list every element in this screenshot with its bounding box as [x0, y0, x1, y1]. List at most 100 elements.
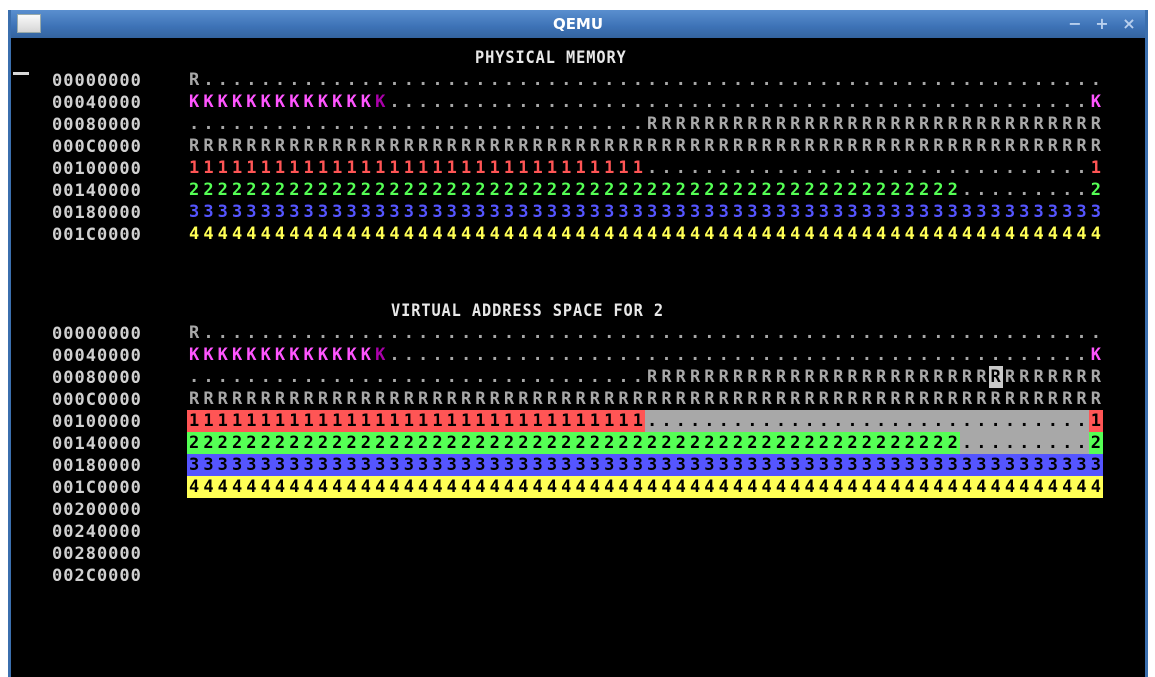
memory-cell: R — [1033, 367, 1044, 387]
memory-cell: . — [332, 70, 343, 90]
memory-cell: 1 — [516, 410, 531, 432]
memory-cell: 4 — [518, 224, 529, 244]
memory-cell: 4 — [317, 224, 329, 244]
memory-cell: 4 — [931, 476, 946, 498]
memory-cell: 3 — [589, 202, 601, 222]
memory-cell: . — [274, 323, 286, 343]
memory-cell: 3 — [489, 202, 500, 222]
memory-cell: . — [904, 323, 915, 343]
memory-cell: 2 — [687, 432, 703, 454]
memory-cell: . — [475, 323, 486, 343]
memory-cell: 1 — [289, 158, 300, 178]
minimize-button[interactable]: − — [1063, 12, 1087, 35]
memory-cell: 4 — [718, 224, 729, 244]
memory-cell: R — [761, 367, 772, 387]
row-cells: 3333333333333333333333333333333333333333… — [187, 201, 1103, 223]
memory-cell: 4 — [358, 476, 374, 498]
row-cells: 2222222222222222222222222222222222222222… — [187, 179, 1103, 201]
memory-cell: 3 — [747, 202, 758, 222]
memory-cell: . — [689, 158, 701, 178]
memory-cell: 4 — [530, 476, 545, 498]
memory-cell: 4 — [773, 476, 789, 498]
memory-cell: 2 — [775, 180, 787, 200]
memory-cell: . — [1062, 323, 1073, 343]
memory-cell: 3 — [244, 454, 259, 476]
row-address: 00240000 — [52, 522, 142, 542]
memory-cell: . — [618, 92, 629, 112]
memory-cell: . — [332, 323, 343, 343]
memory-cell: 1 — [573, 410, 588, 432]
memory-cell: . — [418, 345, 429, 365]
memory-cell: . — [618, 323, 629, 343]
memory-cell: 1 — [203, 158, 214, 178]
memory-cell: R — [418, 136, 429, 156]
memory-cell: R — [1033, 389, 1044, 409]
title-bar[interactable]: QEMU − + × — [11, 10, 1145, 38]
row-cells: 11111111111111111111111111111111........… — [187, 157, 1103, 179]
memory-cell: K — [1090, 92, 1101, 112]
memory-cell: . — [845, 410, 860, 432]
memory-cell: 2 — [861, 180, 872, 200]
memory-cell: . — [575, 323, 586, 343]
memory-cell: R — [661, 367, 672, 387]
memory-cell: . — [730, 410, 746, 432]
memory-cell: . — [432, 367, 443, 387]
memory-cell: 2 — [530, 432, 545, 454]
memory-cell: . — [1045, 410, 1061, 432]
memory-cell: 3 — [1074, 454, 1089, 476]
memory-cell: R — [890, 114, 901, 134]
memory-cell: 2 — [818, 180, 830, 200]
memory-cell: 2 — [272, 432, 288, 454]
memory-cell: 2 — [561, 180, 572, 200]
memory-cell: 2 — [203, 180, 214, 200]
memory-cell: 4 — [675, 224, 686, 244]
memory-cell: . — [518, 70, 529, 90]
memory-cell: R — [804, 114, 815, 134]
memory-cell: 3 — [945, 454, 960, 476]
close-button[interactable]: × — [1117, 12, 1141, 35]
memory-cell: R — [990, 389, 1001, 409]
memory-cell: 4 — [561, 224, 572, 244]
memory-cell: 3 — [704, 202, 715, 222]
memory-cell: 3 — [888, 454, 903, 476]
memory-cell: 2 — [201, 432, 216, 454]
memory-cell: . — [589, 345, 601, 365]
maximize-button[interactable]: + — [1090, 12, 1114, 35]
memory-cell: 4 — [475, 224, 486, 244]
memory-cell: . — [604, 92, 615, 112]
memory-cell: . — [775, 345, 787, 365]
memory-cell: R — [647, 136, 658, 156]
memory-cell: . — [1062, 92, 1073, 112]
memory-cell: 2 — [317, 180, 329, 200]
memory-cell: R — [1033, 114, 1044, 134]
memory-cell: . — [747, 70, 758, 90]
memory-cell: 2 — [916, 432, 932, 454]
memory-cell: R — [432, 136, 443, 156]
memory-cell: . — [1076, 92, 1087, 112]
vm-console-screen[interactable]: PHYSICAL MEMORY 00000000 R...............… — [11, 38, 1145, 677]
memory-cell: . — [274, 367, 286, 387]
memory-cell: 3 — [1019, 202, 1030, 222]
memory-cell: . — [475, 70, 486, 90]
memory-cell: . — [847, 158, 858, 178]
memory-cell: R — [546, 389, 558, 409]
memory-cell: K — [246, 345, 257, 365]
memory-cell: 4 — [274, 224, 286, 244]
memory-cell: . — [489, 114, 500, 134]
row-cells: ................................RRRRRRRR… — [187, 113, 1103, 135]
memory-cell: R — [890, 136, 901, 156]
memory-cell: 4 — [1031, 476, 1046, 498]
memory-cell: 1 — [403, 158, 414, 178]
memory-cell: . — [1074, 410, 1089, 432]
memory-cell: R — [303, 136, 314, 156]
memory-cell: . — [460, 114, 472, 134]
memory-cell: . — [561, 70, 572, 90]
memory-cell: 4 — [246, 224, 257, 244]
memory-cell: 3 — [446, 202, 457, 222]
memory-cell: . — [773, 410, 789, 432]
memory-cell: 4 — [1002, 476, 1018, 498]
memory-cell: 2 — [260, 180, 271, 200]
memory-cell: 4 — [272, 476, 288, 498]
memory-cell: R — [475, 136, 486, 156]
memory-cell: . — [876, 158, 887, 178]
